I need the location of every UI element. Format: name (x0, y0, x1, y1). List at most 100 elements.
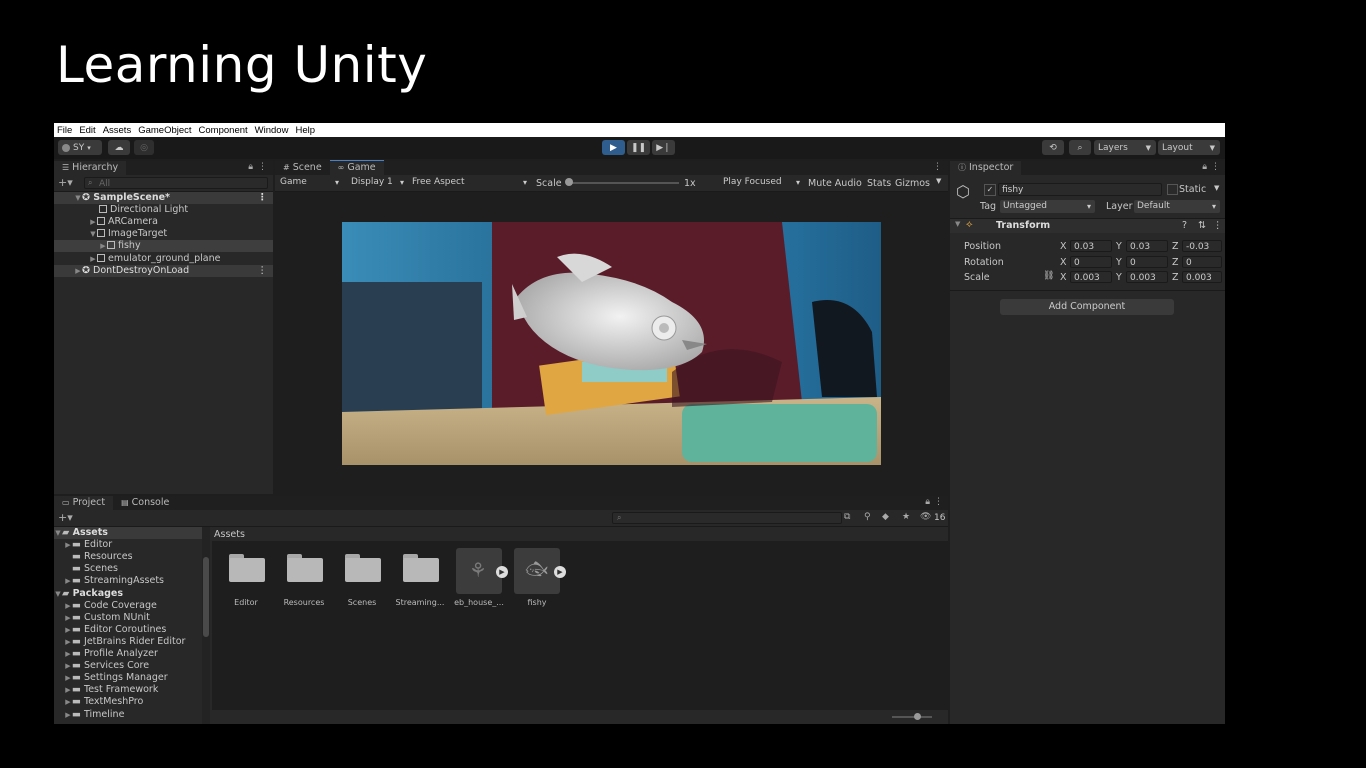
tree-item-textmeshpro[interactable]: ▶▬ TextMeshPro (54, 696, 202, 708)
tab-hierarchy[interactable]: ☰ Hierarchy (54, 161, 127, 175)
tree-item-profile-analyzer[interactable]: ▶▬ Profile Analyzer (54, 648, 202, 660)
pause-button[interactable]: ❚❚ (627, 140, 650, 155)
play-circle-icon[interactable]: ▶ (496, 566, 508, 578)
mute-audio-toggle[interactable]: Mute Audio (808, 178, 862, 189)
search-by-type-icon[interactable]: ⧉ (844, 512, 850, 522)
tree-item-timeline[interactable]: ▶▬ Timeline (54, 709, 202, 721)
chevron-down-icon[interactable]: ▼ (936, 177, 941, 185)
scale-slider-handle[interactable] (565, 178, 573, 186)
play-circle-icon[interactable]: ▶ (554, 566, 566, 578)
step-button[interactable]: ▶❘ (652, 140, 675, 155)
more-options-icon[interactable]: ⋮ (933, 162, 942, 172)
menu-gameobject[interactable]: GameObject (135, 125, 195, 136)
folder-icon[interactable] (287, 554, 323, 582)
position-x-field[interactable]: 0.03 (1070, 240, 1112, 252)
more-options-icon[interactable]: ⋮ (1213, 220, 1223, 231)
more-options-icon[interactable]: ⋮ (258, 192, 268, 204)
presets-icon[interactable]: ⇅ (1198, 220, 1206, 231)
tab-project[interactable]: ▭ Project (54, 496, 114, 510)
hierarchy-item-arcamera[interactable]: ▶ ARCamera (54, 216, 273, 228)
tree-item-packages[interactable]: ▼▰ Packages (54, 588, 202, 600)
tree-item-scenes[interactable]: ▬ Scenes (54, 563, 202, 575)
more-options-icon[interactable]: ⋮ (258, 162, 267, 172)
scale-x-field[interactable]: 0.003 (1070, 271, 1112, 283)
lock-icon[interactable]: 🔒︎ (1202, 162, 1207, 172)
transform-header[interactable]: ▼ ⟡ Transform ? ⇅ ⋮ (950, 219, 1225, 233)
tree-scrollbar-thumb[interactable] (203, 557, 209, 637)
tree-item-services-core[interactable]: ▶▬ Services Core (54, 660, 202, 672)
menu-edit[interactable]: Edit (76, 125, 99, 136)
object-name-field[interactable]: fishy (998, 183, 1162, 196)
hierarchy-search-input[interactable]: All (84, 177, 268, 189)
tree-item-custom-nunit[interactable]: ▶▬ Custom NUnit (54, 612, 202, 624)
tree-item-streamingassets[interactable]: ▶▬ StreamingAssets (54, 575, 202, 587)
tab-inspector[interactable]: ⓘ Inspector (950, 161, 1022, 175)
tab-game[interactable]: ∞ Game (329, 160, 384, 175)
more-options-icon[interactable]: ⋮ (258, 265, 268, 277)
static-checkbox[interactable] (1167, 184, 1178, 195)
tree-item-editor-coroutines[interactable]: ▶▬ Editor Coroutines (54, 624, 202, 636)
tree-scrollbar[interactable] (202, 527, 210, 724)
more-options-icon[interactable]: ⋮ (1211, 162, 1220, 172)
hierarchy-item-scene[interactable]: ▼✪ SampleScene* ⋮ (54, 192, 273, 204)
filter-icon[interactable]: ⚲ (864, 512, 871, 522)
menu-component[interactable]: Component (196, 125, 252, 136)
tree-item-settings-manager[interactable]: ▶▬ Settings Manager (54, 672, 202, 684)
rotation-x-field[interactable]: 0 (1070, 256, 1112, 268)
label-icon[interactable]: ◆ (882, 512, 889, 522)
cloud-button[interactable]: ☁ (108, 140, 130, 155)
zoom-slider-track[interactable] (892, 716, 932, 718)
tree-item-code-coverage[interactable]: ▶▬ Code Coverage (54, 600, 202, 612)
aspect-dropdown[interactable]: Free Aspect (409, 176, 531, 189)
scale-y-field[interactable]: 0.003 (1126, 271, 1168, 283)
add-component-button[interactable]: Add Component (1000, 299, 1174, 315)
gizmos-toggle[interactable]: Gizmos (895, 178, 930, 189)
project-search-input[interactable] (612, 512, 842, 524)
rotation-z-field[interactable]: 0 (1182, 256, 1222, 268)
tree-item-editor[interactable]: ▶▬ Editor (54, 539, 202, 551)
rotation-y-field[interactable]: 0 (1126, 256, 1168, 268)
layout-dropdown[interactable]: Layout ▼ (1158, 140, 1220, 155)
folder-icon[interactable] (345, 554, 381, 582)
tree-item-test-framework[interactable]: ▶▬ Test Framework (54, 684, 202, 696)
menu-file[interactable]: File (54, 125, 76, 136)
search-button[interactable]: ⌕ (1069, 140, 1091, 155)
link-icon[interactable]: ⛓ (1043, 271, 1054, 281)
tree-item-resources[interactable]: ▬ Resources (54, 551, 202, 563)
hierarchy-item-fishy[interactable]: ▶ fishy (54, 240, 273, 252)
add-icon[interactable]: +▾ (58, 511, 73, 524)
scale-slider-track[interactable] (569, 182, 679, 184)
breadcrumb[interactable]: Assets (214, 529, 245, 540)
hidden-packages-icon[interactable]: 👁︎ (920, 512, 931, 522)
add-icon[interactable]: +▾ (58, 176, 73, 189)
account-dropdown[interactable]: SY ▾ (58, 140, 102, 155)
more-options-icon[interactable]: ⋮ (934, 497, 943, 507)
history-button[interactable]: ⟲ (1042, 140, 1064, 155)
chevron-down-icon[interactable]: ▼ (1214, 184, 1219, 192)
game-mode-dropdown[interactable]: Game (277, 176, 343, 189)
tab-scene[interactable]: # Scene (275, 161, 330, 175)
tag-dropdown[interactable]: Untagged (1000, 200, 1095, 213)
menu-window[interactable]: Window (252, 125, 293, 136)
folder-icon[interactable] (229, 554, 265, 582)
hierarchy-item-directional-light[interactable]: Directional Light (54, 204, 273, 216)
help-icon[interactable]: ? (1182, 220, 1187, 231)
zoom-slider-handle[interactable] (914, 713, 921, 720)
tab-console[interactable]: ▤ Console (113, 496, 177, 510)
tree-item-assets[interactable]: ▼▰ Assets (54, 527, 202, 539)
position-y-field[interactable]: 0.03 (1126, 240, 1168, 252)
layers-dropdown[interactable]: Layers ▼ (1094, 140, 1156, 155)
collab-button[interactable]: ◎ (134, 140, 154, 155)
layer-dropdown[interactable]: Default (1134, 200, 1220, 213)
tree-item-jetbrains-rider-editor[interactable]: ▶▬ JetBrains Rider Editor (54, 636, 202, 648)
active-checkbox[interactable]: ✓ (984, 184, 996, 196)
favorite-icon[interactable]: ★ (902, 512, 910, 522)
menu-help[interactable]: Help (292, 125, 319, 136)
hierarchy-item-dontdestroyonload[interactable]: ▶✪ DontDestroyOnLoad ⋮ (54, 265, 273, 277)
position-z-field[interactable]: -0.03 (1182, 240, 1222, 252)
hierarchy-item-imagetarget[interactable]: ▼ ImageTarget (54, 228, 273, 240)
scale-z-field[interactable]: 0.003 (1182, 271, 1222, 283)
menu-assets[interactable]: Assets (100, 125, 136, 136)
stats-toggle[interactable]: Stats (867, 178, 891, 189)
display-dropdown[interactable]: Display 1 (348, 176, 408, 189)
